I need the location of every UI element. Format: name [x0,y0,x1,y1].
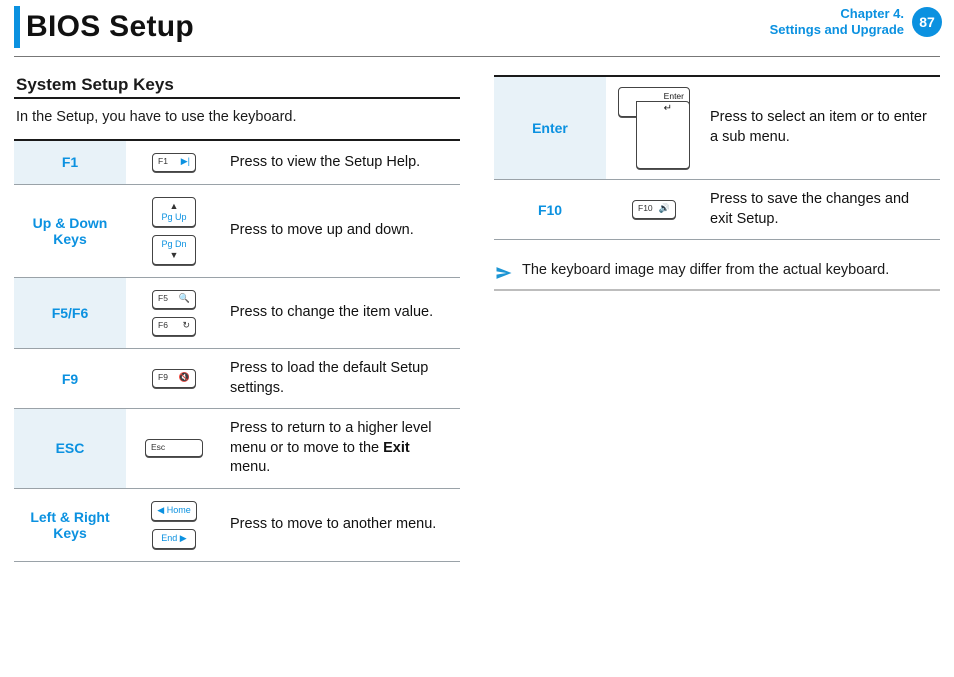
key-name: F9 [14,349,126,409]
keycap-esc: Esc [145,439,203,457]
table-row: F9 F9 🔇 Press to load the default Setup … [14,349,460,409]
key-name: F10 [494,180,606,240]
page-number-badge: 87 [912,7,942,37]
key-desc: Press to view the Setup Help. [222,141,460,185]
keycap-glyph: 🔊 [659,203,670,214]
table-row: ESC Esc Press to return to a higher leve… [14,409,460,489]
enter-arrow-icon: ↵ [664,103,672,114]
key-image-cell: ▲ Pg Up Pg Dn ▼ [126,185,222,278]
keycap-glyph: 🔇 [179,372,190,383]
keycap-glyph: 🔍 [179,293,190,304]
key-image-cell: Enter ↵ [606,77,702,180]
keycap-pgup: ▲ Pg Up [152,197,196,227]
key-image-cell: ◀ Home End ▶ [126,488,222,561]
column-left: System Setup Keys In the Setup, you have… [14,75,460,562]
table-row: F1 F1 ▶| Press to view the Setup Help. [14,141,460,185]
section-heading: System Setup Keys [16,75,460,95]
key-desc: Press to load the default Setup settings… [222,349,460,409]
section-intro: In the Setup, you have to use the keyboa… [16,109,458,125]
chapter-line-1: Chapter 4. [770,6,904,22]
title-wrap: BIOS Setup [14,6,194,48]
key-desc: Press to save the changes and exit Setup… [702,180,940,240]
keycap-f5: F5 🔍 [152,290,196,309]
key-name: F5/F6 [14,278,126,349]
column-right: Enter Enter ↵ Press to select an item or… [494,75,940,562]
keycap-pgdn: Pg Dn ▼ [152,235,196,265]
note-text: The keyboard image may differ from the a… [522,262,889,278]
note-icon [494,263,514,283]
table-row: F5/F6 F5 🔍 F6 ↻ Press to change the item… [14,278,460,349]
keycap-f9: F9 🔇 [152,369,196,388]
page-title: BIOS Setup [26,10,194,44]
key-name: ESC [14,409,126,489]
key-image-cell: F9 🔇 [126,349,222,409]
key-desc: Press to move up and down. [222,185,460,278]
key-image-cell: F1 ▶| [126,141,222,185]
table-row: Enter Enter ↵ Press to select an item or… [494,77,940,180]
key-desc: Press to change the item value. [222,278,460,349]
key-image-cell: Esc [126,409,222,489]
key-name: Up & Down Keys [14,185,126,278]
chapter-line-2: Settings and Upgrade [770,22,904,38]
keys-table-right: Enter Enter ↵ Press to select an item or… [494,77,940,240]
page-header: BIOS Setup Chapter 4. Settings and Upgra… [0,0,954,56]
key-image-cell: F5 🔍 F6 ↻ [126,278,222,349]
key-desc: Press to move to another menu. [222,488,460,561]
keycap-glyph: ▶| [181,156,190,167]
key-image-cell: F10 🔊 [606,180,702,240]
chapter-block: Chapter 4. Settings and Upgrade 87 [770,6,942,39]
table-row: Up & Down Keys ▲ Pg Up Pg Dn ▼ Press to … [14,185,460,278]
keycap-end: End ▶ [152,529,196,549]
header-divider [14,56,940,57]
key-name: Enter [494,77,606,180]
keycap-f10: F10 🔊 [632,200,676,219]
table-row: Left & Right Keys ◀ Home End ▶ Press to … [14,488,460,561]
key-desc: Press to select an item or to enter a su… [702,77,940,180]
keycap-home: ◀ Home [151,501,196,521]
keycap-enter: Enter ↵ [618,87,690,169]
keycap-f1: F1 ▶| [152,153,196,172]
key-desc: Press to return to a higher level menu o… [222,409,460,489]
section-heading-rule [14,97,460,99]
key-name: Left & Right Keys [14,488,126,561]
table-row: F10 F10 🔊 Press to save the changes and … [494,180,940,240]
keycap-f6: F6 ↻ [152,317,196,336]
keys-table-left: F1 F1 ▶| Press to view the Setup Help. U… [14,141,460,562]
note-box: The keyboard image may differ from the a… [494,262,940,291]
keycap-glyph: ↻ [182,320,190,331]
key-name: F1 [14,141,126,185]
